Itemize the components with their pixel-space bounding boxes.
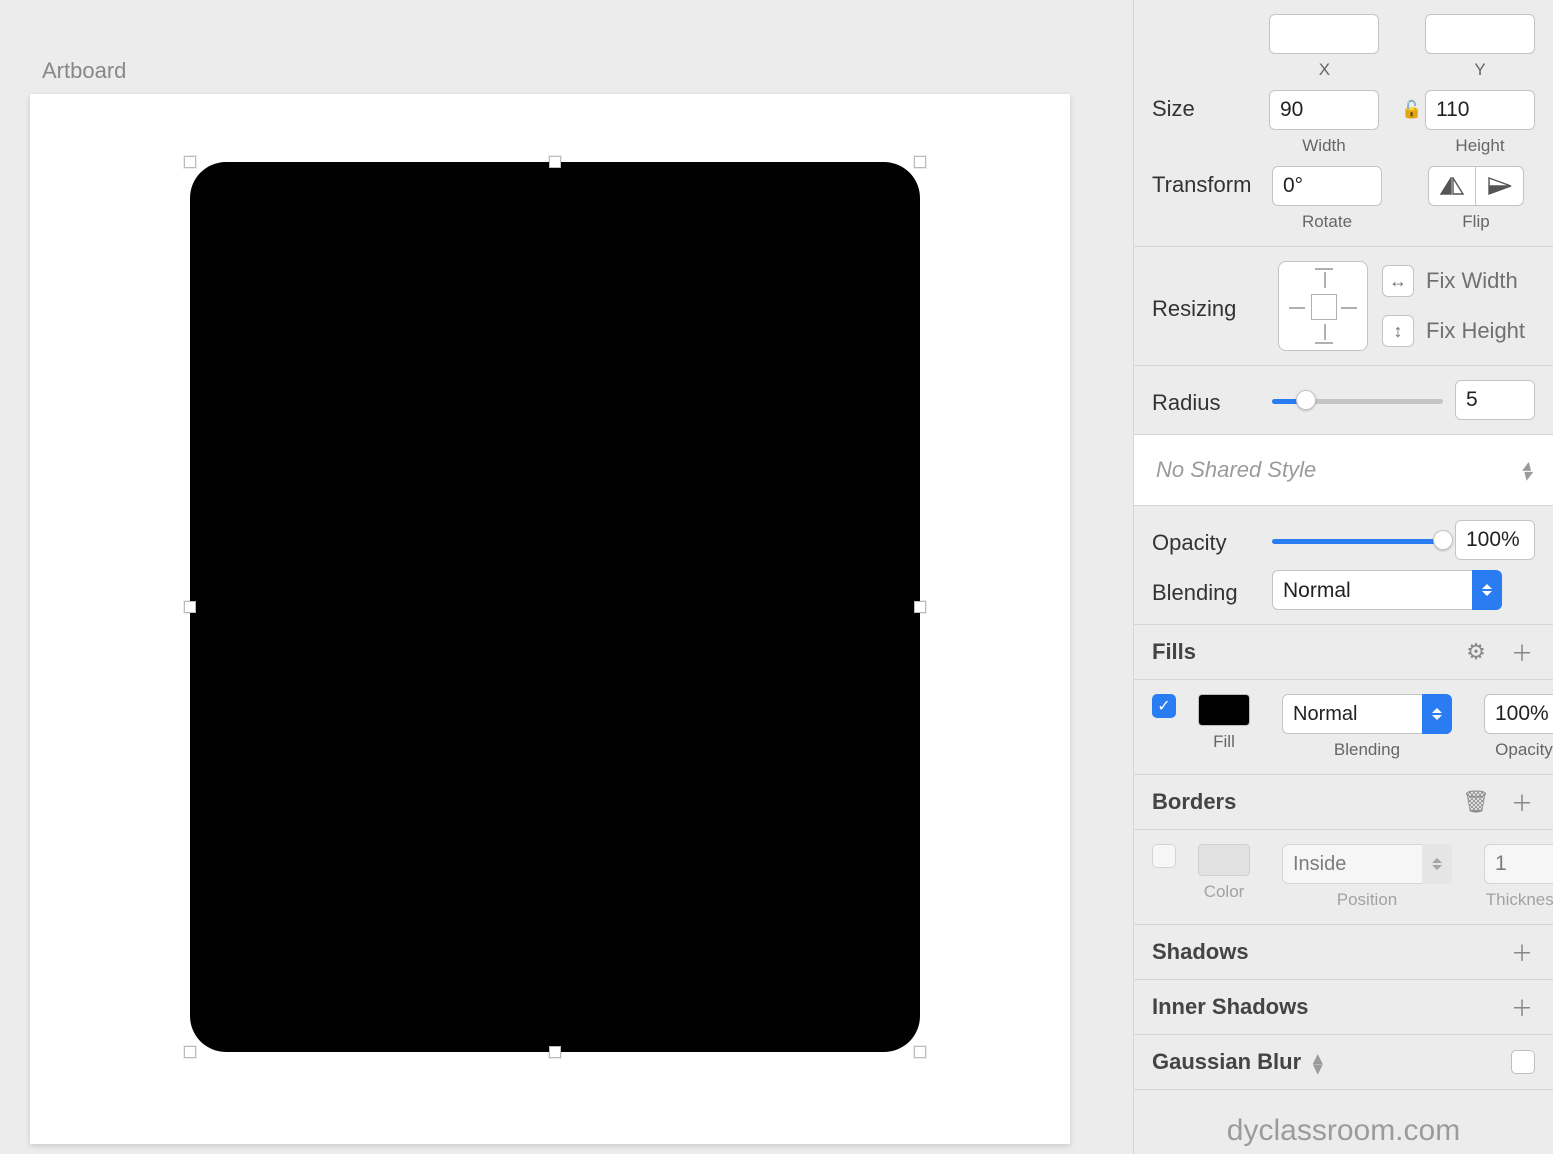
transform-label: Transform [1152, 166, 1272, 198]
width-input[interactable] [1269, 90, 1379, 130]
opacity-label: Opacity [1152, 524, 1272, 556]
blending-label: Blending [1152, 574, 1272, 606]
selected-shape[interactable] [190, 162, 920, 1052]
flip-horizontal-button[interactable] [1428, 166, 1476, 206]
height-input[interactable] [1425, 90, 1535, 130]
borders-header: Borders 🗑 ＋ [1134, 775, 1553, 830]
fill-enabled-checkbox[interactable]: ✓ [1152, 694, 1176, 718]
resizing-constraints-control[interactable] [1278, 261, 1368, 351]
resize-handle[interactable] [549, 156, 561, 168]
borders-title: Borders [1152, 789, 1236, 815]
spacer [1401, 14, 1419, 44]
geometry-section: X Y Size Width 🔓 Height [1134, 0, 1553, 247]
inner-shadows-title: Inner Shadows [1152, 994, 1308, 1020]
fill-blending-label: Blending [1334, 740, 1400, 760]
fix-height-label: Fix Height [1426, 318, 1525, 344]
add-shadow-button[interactable]: ＋ [1509, 939, 1535, 965]
resize-handle[interactable] [914, 1046, 926, 1058]
inner-shadows-header: Inner Shadows ＋ [1134, 980, 1553, 1035]
artboard-label: Artboard [42, 58, 1103, 84]
trash-icon[interactable]: 🗑 [1463, 789, 1489, 815]
resize-handle[interactable] [184, 601, 196, 613]
border-position-label: Position [1337, 890, 1397, 910]
border-color-label: Color [1204, 882, 1245, 902]
radius-slider[interactable] [1272, 390, 1443, 410]
flip-h-icon [1440, 177, 1464, 195]
resizing-section: Resizing ↔ Fix Width ↕ Fix Height [1134, 247, 1553, 366]
add-inner-shadow-button[interactable]: ＋ [1509, 994, 1535, 1020]
canvas-area[interactable]: Artboard [0, 0, 1133, 1154]
resize-handle[interactable] [914, 156, 926, 168]
border-enabled-checkbox[interactable] [1152, 844, 1176, 868]
fill-item: ✓ Fill Normal Blending Opacity [1134, 680, 1553, 775]
artboard[interactable] [30, 94, 1070, 1144]
radius-label: Radius [1152, 384, 1272, 416]
fix-height-icon[interactable]: ↕ [1382, 315, 1414, 347]
size-label: Size [1152, 90, 1269, 122]
radius-input[interactable] [1455, 380, 1535, 420]
shared-style-select[interactable]: No Shared Style [1156, 457, 1316, 483]
fill-opacity-input[interactable] [1484, 694, 1553, 734]
position-label [1152, 14, 1269, 46]
lock-aspect-icon[interactable]: 🔓 [1401, 90, 1419, 120]
fill-blending-select[interactable]: Normal [1282, 694, 1452, 734]
border-thickness-input[interactable] [1484, 844, 1553, 884]
fills-header: Fills ⚙ ＋ [1134, 625, 1553, 680]
border-item: Color Inside Position Thickness [1134, 830, 1553, 925]
resize-handle[interactable] [914, 601, 926, 613]
add-fill-button[interactable]: ＋ [1509, 639, 1535, 665]
resize-handle[interactable] [184, 156, 196, 168]
flip-group [1428, 166, 1524, 206]
shadows-header: Shadows ＋ [1134, 925, 1553, 980]
rotate-label: Rotate [1302, 212, 1352, 232]
shared-style-section: No Shared Style ▴▾ [1134, 435, 1553, 506]
gaussian-blur-checkbox[interactable] [1511, 1050, 1535, 1074]
fills-title: Fills [1152, 639, 1196, 665]
fill-sublabel: Fill [1213, 732, 1235, 752]
flip-v-icon [1488, 177, 1512, 195]
watermark: dyclassroom.com [1134, 1090, 1553, 1154]
position-y-input[interactable] [1425, 14, 1535, 54]
fill-color-swatch[interactable] [1198, 694, 1250, 726]
position-x-label: X [1319, 60, 1330, 80]
appearance-section: Opacity Blending Normal [1134, 506, 1553, 625]
spacer [1404, 166, 1422, 196]
border-position-select[interactable]: Inside [1282, 844, 1452, 884]
opacity-slider[interactable] [1272, 530, 1443, 550]
flip-label: Flip [1462, 212, 1489, 232]
radius-section: Radius [1134, 366, 1553, 435]
rotate-input[interactable] [1272, 166, 1382, 206]
resize-handle[interactable] [549, 1046, 561, 1058]
blending-select[interactable]: Normal [1272, 570, 1502, 610]
border-color-swatch[interactable] [1198, 844, 1250, 876]
position-y-label: Y [1474, 60, 1485, 80]
fill-opacity-label: Opacity [1495, 740, 1553, 760]
resize-handle[interactable] [184, 1046, 196, 1058]
position-x-input[interactable] [1269, 14, 1379, 54]
resizing-label: Resizing [1152, 290, 1272, 322]
chevron-updown-icon[interactable]: ▴▾ [1313, 1053, 1322, 1073]
fix-width-icon[interactable]: ↔ [1382, 265, 1414, 297]
opacity-input[interactable] [1455, 520, 1535, 560]
chevron-updown-icon: ▴▾ [1522, 460, 1531, 480]
selection-box [190, 162, 920, 1052]
fix-width-label: Fix Width [1426, 268, 1518, 294]
inspector-panel: X Y Size Width 🔓 Height [1133, 0, 1553, 1154]
height-label: Height [1455, 136, 1504, 156]
flip-vertical-button[interactable] [1476, 166, 1524, 206]
gaussian-blur-header: Gaussian Blur ▴▾ [1134, 1035, 1553, 1090]
add-border-button[interactable]: ＋ [1509, 789, 1535, 815]
shadows-title: Shadows [1152, 939, 1249, 965]
width-label: Width [1302, 136, 1345, 156]
gear-icon[interactable]: ⚙ [1463, 639, 1489, 665]
border-thickness-label: Thickness [1486, 890, 1553, 910]
gaussian-blur-title: Gaussian Blur ▴▾ [1152, 1049, 1322, 1075]
